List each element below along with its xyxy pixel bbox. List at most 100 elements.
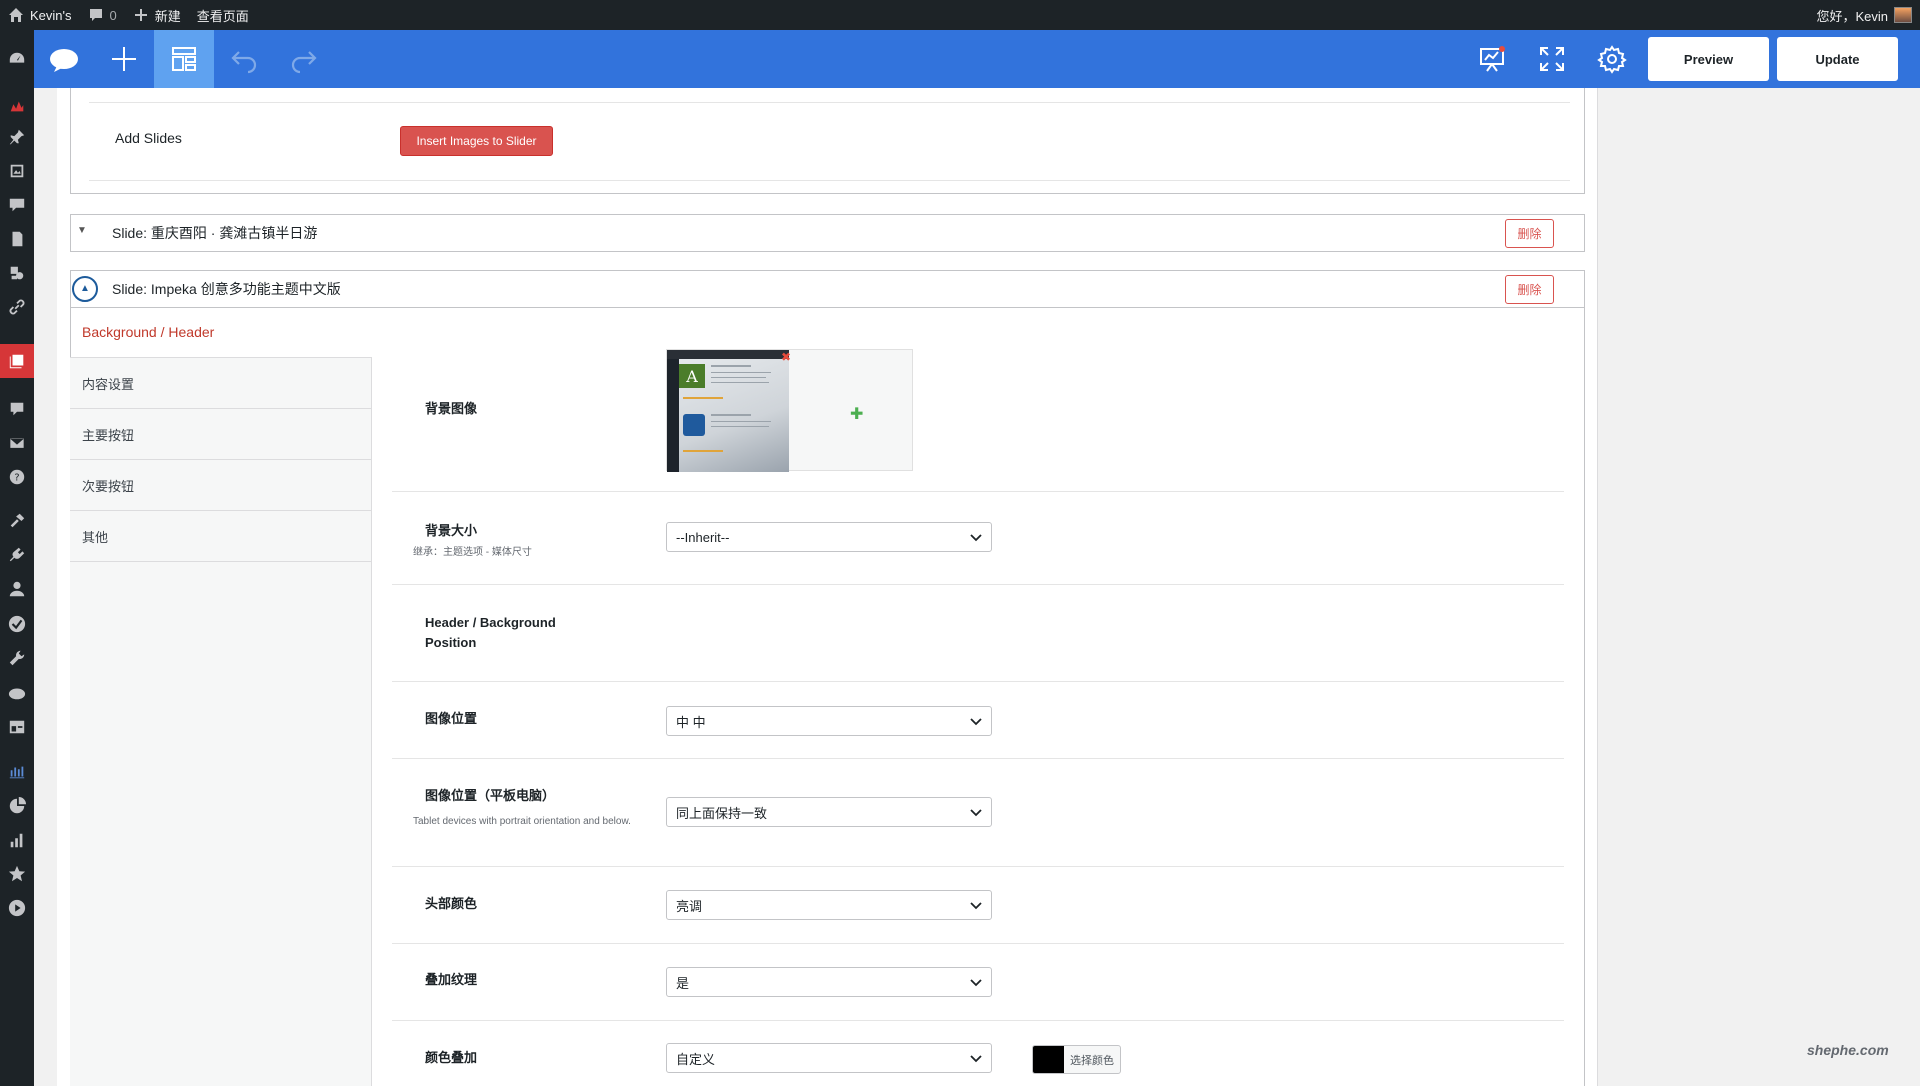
pie-chart-icon[interactable] <box>7 796 27 816</box>
thumbnail-letter: A <box>679 364 705 388</box>
collapse-triangle-icon[interactable]: ▼ <box>77 225 87 236</box>
play-icon[interactable] <box>7 898 27 918</box>
slide-header-1[interactable]: ▼ Slide: 重庆酉阳 · 龚滩古镇半日游 删除 <box>70 214 1585 252</box>
chevron-down-icon <box>970 979 982 987</box>
slider-menu-icon[interactable] <box>7 351 27 371</box>
check-circle-icon[interactable] <box>7 614 27 634</box>
add-image-icon[interactable]: ✚ <box>850 404 863 424</box>
remove-image-icon[interactable]: ✖ <box>780 351 792 363</box>
field-label: 头部颜色 <box>425 896 478 911</box>
bg-size-select[interactable]: --Inherit-- <box>666 522 992 552</box>
field-image-position: 图像位置 中 中 <box>392 682 1564 759</box>
select-value: 中 中 <box>676 714 706 730</box>
admin-bar: Kevin's 0 新建 查看页面 您好，Kevin <box>0 0 1920 30</box>
subnav-item-secondary-button[interactable]: 次要按钮 <box>70 460 371 511</box>
analytics-icon[interactable] <box>7 830 27 850</box>
feedback-icon[interactable] <box>7 399 27 419</box>
comments-count: 0 <box>109 7 117 23</box>
select-value: 同上面保持一致 <box>676 805 768 821</box>
bars-chart-icon[interactable] <box>7 762 27 782</box>
header-color-select[interactable]: 亮调 <box>666 890 992 920</box>
comments-link[interactable]: 0 <box>80 0 125 30</box>
redo-button[interactable] <box>274 30 334 88</box>
site-name: Kevin's <box>30 7 72 23</box>
new-content-link[interactable]: 新建 <box>125 0 189 30</box>
media-icon[interactable] <box>7 161 27 181</box>
insert-images-button[interactable]: Insert Images to Slider <box>400 126 553 156</box>
image-position-tablet-select[interactable]: 同上面保持一致 <box>666 797 992 827</box>
bg-image-thumbnail[interactable]: A <box>667 350 789 472</box>
greeting: 您好，Kevin <box>1816 8 1888 24</box>
add-element-button[interactable] <box>94 30 154 88</box>
undo-button[interactable] <box>214 30 274 88</box>
pin-icon[interactable] <box>7 127 27 147</box>
fullscreen-icon <box>1540 47 1564 71</box>
stats-icon[interactable] <box>7 96 27 116</box>
chevron-down-icon <box>970 809 982 817</box>
image-position-select[interactable]: 中 中 <box>666 706 992 736</box>
presentation-chart-icon <box>1480 46 1505 72</box>
field-label: 图像位置（平板电脑） <box>425 788 556 803</box>
update-button[interactable]: Update <box>1777 37 1898 81</box>
redo-icon <box>291 51 317 74</box>
plus-icon <box>112 47 136 71</box>
layout-navigator-button[interactable] <box>154 30 214 88</box>
choose-color-button[interactable]: 选择颜色 <box>1032 1045 1121 1074</box>
site-name-link[interactable]: Kevin's <box>0 0 80 30</box>
color-swatch <box>1033 1046 1064 1073</box>
wrench-icon[interactable] <box>7 648 27 668</box>
slide-settings-subnav: 内容设置 主要按钮 次要按钮 其他 <box>70 357 372 1086</box>
field-header-color: 头部颜色 亮调 <box>392 867 1564 944</box>
bg-image-picker: A ✖ ✚ <box>666 349 913 472</box>
hammer-icon[interactable] <box>7 511 27 531</box>
builder-logo-button[interactable] <box>34 30 94 88</box>
dashboard-icon[interactable] <box>7 49 27 69</box>
field-bg-size: 背景大小 继承：主题选项 - 媒体尺寸 --Inherit-- <box>392 492 1564 585</box>
color-overlay-select[interactable]: 自定义 <box>666 1043 992 1073</box>
link-icon[interactable] <box>7 297 27 317</box>
help-icon[interactable]: ? <box>7 467 27 487</box>
comments-menu-icon[interactable] <box>7 195 27 215</box>
delete-slide-button[interactable]: 删除 <box>1505 275 1554 304</box>
subnav-item-primary-button[interactable]: 主要按钮 <box>70 409 371 460</box>
collapse-toggle-icon[interactable]: ▲ <box>72 276 98 302</box>
background-header-tab[interactable]: Background / Header <box>82 324 214 340</box>
choose-color-label: 选择颜色 <box>1070 1054 1114 1067</box>
subnav-item-content[interactable]: 内容设置 <box>70 358 371 409</box>
view-page-link[interactable]: 查看页面 <box>189 0 257 30</box>
plugins-icon[interactable] <box>7 545 27 565</box>
responsive-preview-button[interactable] <box>1462 30 1522 88</box>
preview-button[interactable]: Preview <box>1648 37 1769 81</box>
layout-icon[interactable] <box>7 717 27 737</box>
mail-icon[interactable] <box>7 433 27 453</box>
divider <box>89 102 1570 103</box>
star-icon[interactable] <box>7 864 27 884</box>
subnav-item-other[interactable]: 其他 <box>70 511 371 562</box>
fullscreen-button[interactable] <box>1522 30 1582 88</box>
slide-title: Slide: Impeka 创意多功能主题中文版 <box>112 281 341 297</box>
add-slides-label: Add Slides <box>115 130 182 146</box>
canvas-preview-area <box>1597 88 1920 1086</box>
pages-icon[interactable] <box>7 229 27 249</box>
document-icon <box>683 414 705 436</box>
field-label: 叠加纹理 <box>425 972 478 987</box>
layout-icon <box>172 47 196 71</box>
my-account[interactable]: 您好，Kevin <box>1816 0 1912 30</box>
settings-button[interactable] <box>1582 30 1642 88</box>
comment-bubble-icon <box>89 9 102 21</box>
undo-icon <box>231 51 257 74</box>
divider <box>89 180 1570 181</box>
new-label: 新建 <box>154 8 181 24</box>
cloud-icon[interactable] <box>7 683 27 703</box>
field-description: 继承：主题选项 - 媒体尺寸 <box>413 547 532 558</box>
appearance-icon[interactable] <box>7 263 27 283</box>
slide-header-2[interactable]: ▲ Slide: Impeka 创意多功能主题中文版 删除 <box>70 270 1585 308</box>
users-icon[interactable] <box>7 579 27 599</box>
overlay-pattern-select[interactable]: 是 <box>666 967 992 997</box>
delete-slide-button[interactable]: 删除 <box>1505 219 1554 248</box>
builder-toolbar: Preview Update <box>34 30 1920 88</box>
field-overlay-pattern: 叠加纹理 是 <box>392 944 1564 1021</box>
avatar <box>1894 7 1912 23</box>
field-label: Header / Background Position <box>425 615 556 650</box>
watermark: shephe.com <box>1807 1042 1889 1058</box>
